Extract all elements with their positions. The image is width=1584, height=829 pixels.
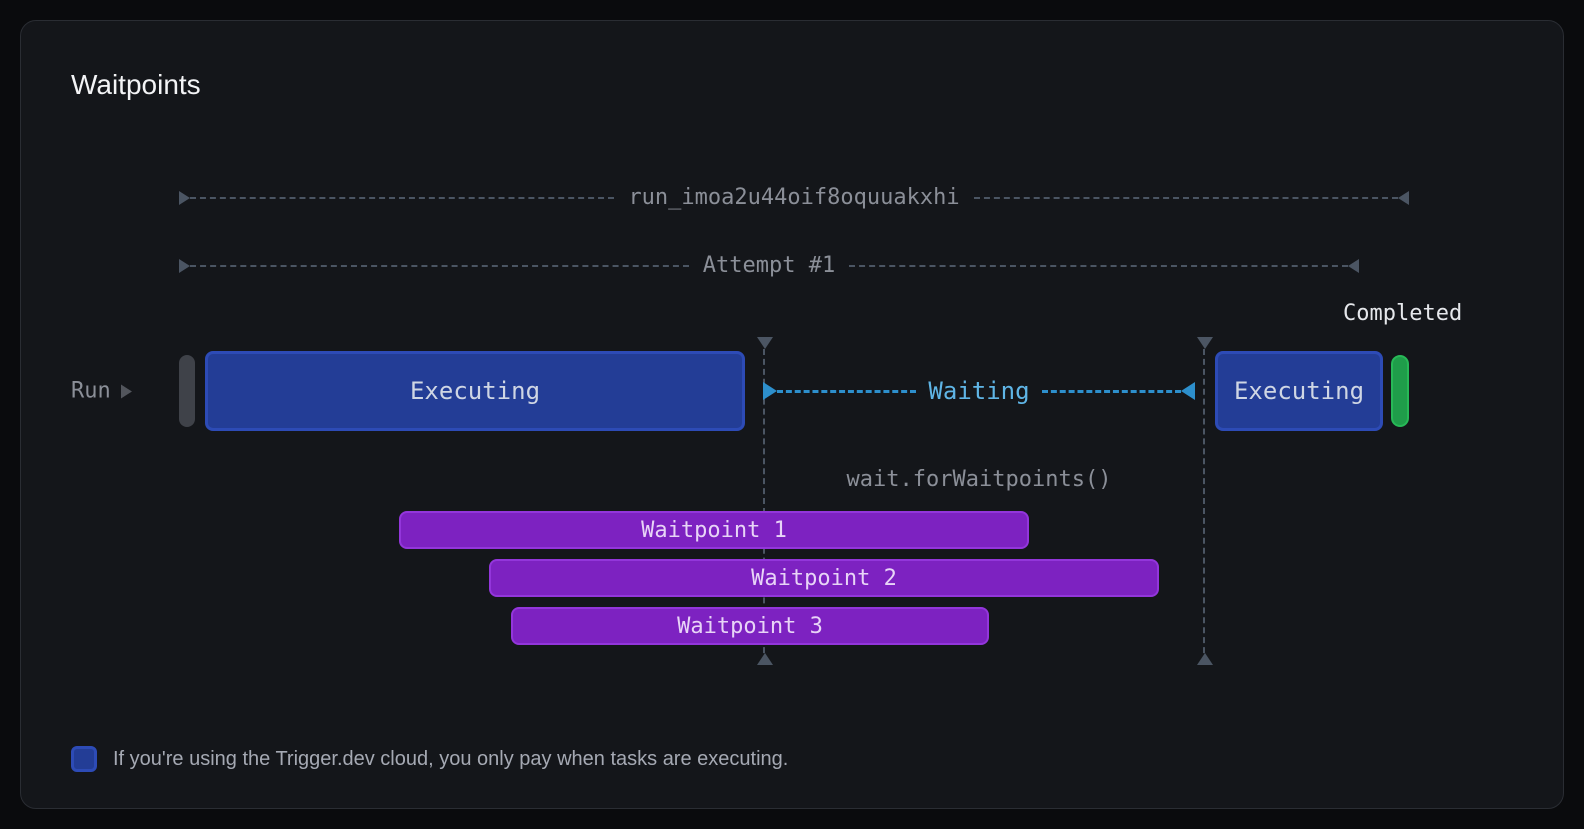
- page-title: Waitpoints: [71, 69, 1513, 101]
- waitpoint-bar-3: Waitpoint 3: [511, 607, 989, 645]
- wait-call-label: wait.forWaitpoints(): [764, 467, 1194, 492]
- executing-swatch-icon: [71, 746, 97, 772]
- waitpoint-bar-1: Waitpoint 1: [399, 511, 1029, 549]
- pricing-note: If you're using the Trigger.dev cloud, y…: [71, 746, 1513, 772]
- run-label-text: Run: [71, 379, 111, 404]
- waiting-label: Waiting: [916, 377, 1041, 405]
- attempt-label: Attempt #1: [689, 253, 849, 278]
- run-id-label: run_imoa2u44oif8oquuakxhi: [614, 185, 973, 210]
- chevron-up-icon: [1197, 653, 1213, 665]
- span-line: [190, 265, 689, 267]
- run-row: Run Executing Waiting Executing Complete…: [71, 351, 1513, 431]
- timeline-diagram: run_imoa2u44oif8oquuakxhi Attempt #1 Run: [71, 161, 1513, 746]
- span-line: [849, 265, 1348, 267]
- executing-bar-1: Executing: [205, 351, 745, 431]
- diagram-panel: Waitpoints run_imoa2u44oif8oquuakxhi Att…: [20, 20, 1564, 809]
- span-end-marker-icon: [1398, 191, 1409, 205]
- queued-pill: [179, 355, 195, 427]
- span-start-marker-icon: [763, 382, 777, 400]
- run-row-label: Run: [71, 379, 132, 404]
- completed-label: Completed: [1343, 301, 1462, 326]
- completed-pill: [1391, 355, 1409, 427]
- attempt-span: Attempt #1: [179, 253, 1359, 278]
- run-id-span: run_imoa2u44oif8oquuakxhi: [179, 185, 1409, 210]
- chevron-down-icon: [1197, 337, 1213, 349]
- span-start-marker-icon: [179, 259, 190, 273]
- chevron-down-icon: [757, 337, 773, 349]
- span-end-marker-icon: [1181, 382, 1195, 400]
- span-start-marker-icon: [179, 191, 190, 205]
- span-line: [190, 197, 614, 199]
- waiting-span: Waiting: [763, 351, 1195, 431]
- span-end-marker-icon: [1348, 259, 1359, 273]
- span-line: [1042, 390, 1181, 393]
- chevron-up-icon: [757, 653, 773, 665]
- waitpoint-bar-2: Waitpoint 2: [489, 559, 1159, 597]
- executing-bar-2: Executing: [1215, 351, 1383, 431]
- span-line: [777, 390, 916, 393]
- note-text: If you're using the Trigger.dev cloud, y…: [113, 748, 788, 771]
- play-icon: [121, 384, 132, 398]
- span-line: [974, 197, 1398, 199]
